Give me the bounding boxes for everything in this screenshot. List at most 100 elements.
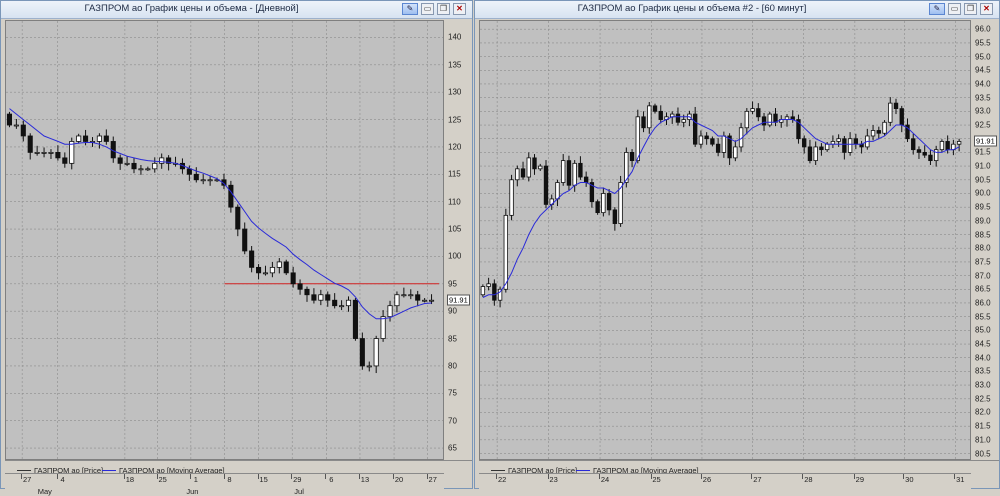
pin-icon[interactable]: ✎ <box>929 3 945 15</box>
y-tick-label: 85 <box>448 334 457 344</box>
candle-body <box>715 143 721 153</box>
y-tick-label: 125 <box>448 115 462 125</box>
candle-body <box>103 135 109 142</box>
candle-body <box>228 184 234 208</box>
close-button[interactable]: ✕ <box>453 3 466 15</box>
candle-body <box>612 209 618 224</box>
candle-body <box>876 130 881 134</box>
minimize-button[interactable]: ▭ <box>421 3 434 15</box>
x-tick-label: 27 <box>428 475 437 484</box>
restore-button[interactable]: ❐ <box>437 3 450 15</box>
candle-body <box>692 113 698 145</box>
x-tick-label: 20 <box>394 475 404 484</box>
candle-body <box>572 162 577 186</box>
candle-body <box>401 294 407 297</box>
candle-body <box>710 138 715 145</box>
candle-body <box>186 168 192 175</box>
x-tick-mark <box>56 474 58 479</box>
last-price-tag: 91.91 <box>447 294 470 306</box>
candle-body <box>601 193 606 214</box>
window-title: ГАЗПРОМ ао График цены и объема - [Дневн… <box>84 3 299 14</box>
price-axis[interactable]: 140 135 130 125 120 115 110 105 100 95 90 85 80 75 70 6… <box>445 20 472 460</box>
candle-body <box>647 105 652 129</box>
candle-body <box>899 108 904 126</box>
candle-body <box>578 162 583 178</box>
x-tick-label: 13 <box>360 475 370 484</box>
candle-body <box>235 206 241 230</box>
title-bar[interactable]: ГАЗПРОМ ао График цены и объема - [Дневн… <box>1 1 472 19</box>
y-tick-label: 90.0 <box>975 188 991 198</box>
candle-body <box>138 168 144 171</box>
last-price-tag: 91.91 <box>974 135 997 147</box>
y-tick-label: 81.0 <box>975 435 991 445</box>
candle-body <box>744 110 750 129</box>
y-tick-label: 92.5 <box>975 120 991 130</box>
candle-body <box>193 173 199 181</box>
candle-body <box>69 141 75 164</box>
price-axis[interactable]: 96.095.595.094.594.093.593.092.592.091.5… <box>972 20 999 460</box>
date-axis[interactable]: 22 23 24 25 26 27 28 29 30 31 <box>479 473 971 490</box>
candle-body <box>520 168 526 178</box>
y-tick-label: 95.5 <box>975 38 991 48</box>
candle-body <box>773 113 778 123</box>
candle-body <box>836 138 841 142</box>
x-tick-label: 26 <box>702 475 712 484</box>
candle-body <box>813 146 818 162</box>
close-button[interactable]: ✕ <box>980 3 993 15</box>
y-tick-label: 93.0 <box>975 106 991 116</box>
candle-body <box>207 179 213 182</box>
candle-body <box>359 338 365 367</box>
x-tick-label: 1 <box>193 475 198 484</box>
candle-body <box>152 162 158 170</box>
pin-icon[interactable]: ✎ <box>402 3 418 15</box>
x-tick-label: 28 <box>804 475 813 484</box>
y-tick-label: 87.0 <box>975 271 991 281</box>
x-tick-label: 22 <box>497 475 507 484</box>
candle-body <box>704 135 709 140</box>
candle-body <box>911 138 916 151</box>
candle-body <box>532 157 537 170</box>
minimize-button[interactable]: ▭ <box>948 3 961 15</box>
candle-body <box>733 146 738 159</box>
candle-body <box>675 113 681 123</box>
y-tick-label: 88.0 <box>975 243 991 253</box>
candle-body <box>380 316 386 339</box>
price-plot[interactable] <box>5 20 444 460</box>
candle-body <box>283 261 289 274</box>
y-tick-label: 91.5 <box>975 147 991 157</box>
candle-body <box>629 151 635 162</box>
candle-body <box>698 135 704 145</box>
candle-body <box>27 135 33 153</box>
candle-body <box>20 124 26 137</box>
price-plot[interactable] <box>479 20 971 460</box>
candle-body <box>561 160 566 183</box>
candle-body <box>807 146 813 162</box>
daily-candles-svg <box>6 21 443 459</box>
candle-body <box>394 294 400 307</box>
candle-body <box>515 168 520 181</box>
candle-body <box>583 176 589 183</box>
candle-body <box>131 162 137 170</box>
restore-button[interactable]: ❐ <box>964 3 977 15</box>
y-tick-label: 88.5 <box>975 230 991 240</box>
candle-body <box>13 124 19 127</box>
title-bar[interactable]: ГАЗПРОМ ао График цены и объема #2 - [60… <box>475 1 999 19</box>
candle-body <box>486 283 491 287</box>
candle-body <box>41 151 47 154</box>
legend-bar: ГАЗПРОМ ао [Price] ГАЗПРОМ ао [Moving Av… <box>5 460 472 475</box>
candle-body <box>145 168 151 171</box>
y-tick-label: 65 <box>448 443 457 453</box>
y-tick-label: 140 <box>448 32 462 42</box>
x-tick-label: 31 <box>956 475 965 484</box>
x-tick-label: 15 <box>259 475 268 484</box>
date-axis[interactable]: 27 4 18 25 1 8 15 29 6 13 20 27 May Jun Jul <box>5 473 444 496</box>
candle-body <box>543 165 549 205</box>
candle-body <box>492 283 497 301</box>
y-tick-label: 80.5 <box>975 449 991 459</box>
candle-body <box>256 266 262 274</box>
candle-body <box>819 146 824 151</box>
candle-body <box>332 299 338 307</box>
candle-body <box>945 141 950 151</box>
candle-body <box>635 116 640 162</box>
y-tick-label: 86.5 <box>975 284 991 294</box>
